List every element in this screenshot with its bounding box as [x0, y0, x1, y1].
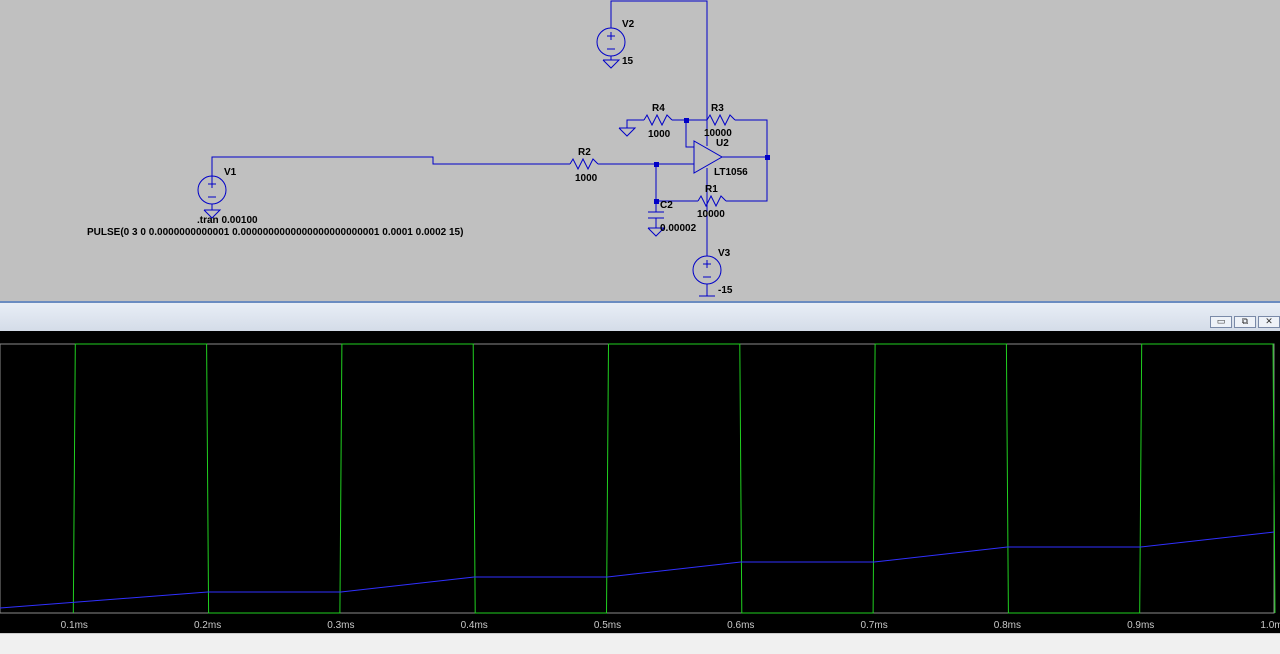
x-tick-label: 0.1ms	[61, 620, 88, 631]
x-tick-label: 0.7ms	[860, 620, 887, 631]
r1-symbol	[697, 194, 727, 208]
waveform-plot[interactable]: 0.1ms 0.2ms 0.3ms 0.4ms 0.5ms 0.6ms 0.7ms 0.8ms…	[0, 331, 1280, 633]
trace-v-n004	[72, 343, 1276, 614]
x-tick-label: 0.9ms	[1127, 620, 1154, 631]
schematic-drawing[interactable]: V1 V2 15 V3 -15 R2 1000 R4 1000 R3 10000…	[0, 0, 1280, 303]
status-bar	[0, 633, 1280, 654]
trace-label-v-n003[interactable]: V(n003)	[258, 333, 294, 344]
x-tick-label: 0.3ms	[327, 620, 354, 631]
window-controls: ▭ ⧉ ✕	[1210, 316, 1280, 328]
waveform-viewer[interactable]: 0.1ms 0.2ms 0.3ms 0.4ms 0.5ms 0.6ms 0.7ms 0.8ms…	[0, 331, 1280, 633]
wire	[626, 119, 644, 128]
c2-label: C2	[660, 200, 673, 211]
wire	[655, 164, 698, 202]
v2-label: V2	[622, 19, 635, 30]
junction-dot	[654, 199, 659, 204]
restore-button[interactable]: ⧉	[1234, 316, 1256, 328]
u2-value: LT1056	[714, 167, 748, 178]
schematic-canvas[interactable]: V1 V2 15 V3 -15 R2 1000 R4 1000 R3 10000…	[0, 0, 1280, 303]
wire	[726, 157, 768, 202]
v3-value: -15	[718, 285, 733, 296]
wire	[211, 156, 570, 180]
plot-frame	[0, 343, 1275, 614]
r4-label: R4	[652, 103, 665, 114]
close-button[interactable]: ✕	[1258, 316, 1280, 328]
c2-value: 0.00002	[660, 223, 697, 234]
x-axis-ticks: 0.1ms 0.2ms 0.3ms 0.4ms 0.5ms 0.6ms 0.7ms 0.8ms…	[61, 620, 1280, 631]
ground-icon	[618, 127, 637, 137]
trace-v-n003	[0, 531, 1275, 609]
r2-value: 1000	[575, 173, 598, 184]
x-tick-label: 0.4ms	[461, 620, 488, 631]
junction-dot	[654, 162, 659, 167]
x-tick-label: 0.8ms	[994, 620, 1021, 631]
x-tick-label: 0.6ms	[727, 620, 754, 631]
ground-icon	[602, 59, 621, 69]
v3-label: V3	[718, 248, 731, 259]
plot-grid	[0, 343, 1275, 614]
r2-symbol	[569, 157, 599, 171]
r3-symbol	[706, 113, 736, 127]
trace-label-v-n004[interactable]: V(n004)	[922, 333, 958, 344]
v2-value: 15	[622, 56, 634, 67]
r2-label: R2	[578, 147, 591, 158]
r1-label: R1	[705, 184, 718, 195]
wire	[685, 120, 694, 148]
x-tick-label: 0.5ms	[594, 620, 621, 631]
pulse-spec: PULSE(0 3 0 0.0000000000001 0.0000000000…	[87, 227, 463, 238]
tran-directive: .tran 0.00100	[197, 215, 258, 226]
pane-divider[interactable]: ▭ ⧉ ✕	[0, 301, 1280, 331]
minimize-button[interactable]: ▭	[1210, 316, 1232, 328]
x-tick-label: 1.0ms	[1260, 620, 1280, 631]
junction-dot	[765, 155, 770, 160]
r4-symbol	[643, 113, 673, 127]
r1-value: 10000	[697, 209, 725, 220]
u2-label: U2	[716, 138, 729, 149]
r4-value: 1000	[648, 129, 671, 140]
r3-label: R3	[711, 103, 724, 114]
v1-label: V1	[224, 167, 237, 178]
x-tick-label: 0.2ms	[194, 620, 221, 631]
junction-dot	[684, 118, 689, 123]
